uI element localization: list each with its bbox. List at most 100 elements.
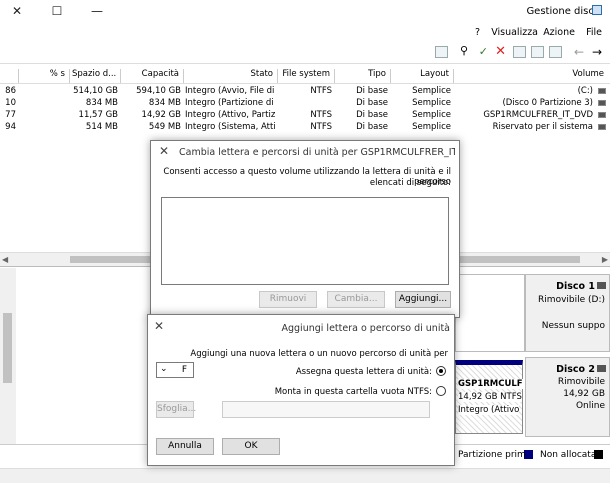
partition-size: 14,92 GB NTFS xyxy=(458,392,522,402)
vertical-scrollbar[interactable] xyxy=(0,268,16,468)
partition-block[interactable]: GSP1RMCULF 14,92 GB NTFS Integro (Attivo xyxy=(455,360,523,434)
mount-folder-label: Monta in questa cartella vuota NTFS: xyxy=(274,387,432,397)
table-row[interactable]: GSP1RMCULFRER_IT_DVD Semplice Di base NT… xyxy=(0,110,610,122)
partition-status: Integro (Attivo xyxy=(458,405,520,415)
maximize-icon[interactable]: ☐ xyxy=(50,4,64,18)
dialog1-title: Cambia lettera e percorsi di unità per G… xyxy=(179,147,455,158)
row-percent-free: 86 xyxy=(5,86,16,96)
row-type: Di base xyxy=(356,98,388,108)
disk1-label[interactable]: Disco 1 Rimovibile (D:) Nessun suppo xyxy=(525,274,610,352)
row-volume: GSP1RMCULFRER_IT_DVD xyxy=(483,110,593,120)
row-capacity: 834 MB xyxy=(148,98,181,108)
window-title: Gestione disco xyxy=(526,5,602,17)
header-layout[interactable]: Layout xyxy=(390,69,453,83)
cancel-button[interactable]: Annulla xyxy=(156,438,214,455)
add-button[interactable]: Aggiungi... xyxy=(395,291,451,308)
mount-folder-radio[interactable] xyxy=(436,386,446,396)
drive-letter-value: F xyxy=(181,365,187,375)
disk1-type: Rimovibile (D:) xyxy=(538,295,605,305)
row-filesystem: NTFS xyxy=(310,122,332,132)
drive-paths-list[interactable] xyxy=(161,197,449,285)
row-status: Integro (Avvio, File di ... xyxy=(185,86,275,96)
console-icon[interactable] xyxy=(513,46,526,58)
disk2-title: Disco 2 xyxy=(556,364,595,375)
volume-icon xyxy=(598,112,606,118)
menu-view[interactable]: Visualizza xyxy=(491,27,538,38)
volume-icon xyxy=(598,100,606,106)
scroll-right-icon[interactable]: ▶ xyxy=(602,255,608,264)
table-row[interactable]: Riservato per il sistema Semplice Di bas… xyxy=(0,122,610,134)
properties-icon[interactable] xyxy=(549,46,562,58)
menu-action[interactable]: Azione xyxy=(543,27,575,38)
row-free-space: 514 MB xyxy=(85,122,118,132)
row-layout: Semplice xyxy=(412,98,451,108)
scroll-left-icon[interactable]: ◀ xyxy=(2,255,8,264)
disk1-media-area xyxy=(455,274,525,352)
back-icon[interactable]: → xyxy=(592,45,602,59)
row-layout: Semplice xyxy=(412,122,451,132)
mount-folder-input[interactable] xyxy=(222,401,430,418)
dialog2-description: Aggiungi una nuova lettera o un nuovo pe… xyxy=(190,349,448,359)
row-status: Integro (Attivo, Partizi... xyxy=(185,110,275,120)
header-volume[interactable]: Volume xyxy=(453,69,608,83)
row-status: Integro (Partizione di ri... xyxy=(185,98,275,108)
search-icon[interactable]: ⚲ xyxy=(460,44,468,57)
header-type[interactable]: Tipo xyxy=(334,69,390,83)
disk2-size: 14,92 GB xyxy=(563,389,605,399)
disk1-title: Disco 1 xyxy=(556,281,595,292)
scroll-thumb[interactable] xyxy=(3,313,12,383)
row-layout: Semplice xyxy=(412,110,451,120)
table-row[interactable]: (C:) Semplice Di base NTFS Integro (Avvi… xyxy=(0,86,610,98)
row-capacity: 549 MB xyxy=(148,122,181,132)
row-free-space: 11,57 GB xyxy=(78,110,118,120)
disk2-label[interactable]: Disco 2 Rimovibile 14,92 GB Online xyxy=(525,357,610,437)
remove-button[interactable]: Rimuovi xyxy=(259,291,317,308)
grid-icon[interactable] xyxy=(435,46,448,58)
disk-icon xyxy=(597,365,606,372)
add-drive-letter-dialog: Aggiungi lettera o percorso di unità ✕ A… xyxy=(147,314,455,466)
assign-letter-label: Assegna questa lettera di unità: xyxy=(295,367,432,377)
disk2-type: Rimovibile xyxy=(557,377,605,387)
disk-icon xyxy=(597,282,606,289)
ok-button[interactable]: OK xyxy=(222,438,280,455)
close-icon[interactable]: ✕ xyxy=(154,319,164,333)
header-percent-free[interactable]: % s xyxy=(18,69,69,83)
help-icon[interactable] xyxy=(531,46,544,58)
row-layout: Semplice xyxy=(412,86,451,96)
row-free-space: 514,10 GB xyxy=(73,86,118,96)
row-capacity: 594,10 GB xyxy=(136,86,181,96)
close-icon[interactable]: ✕ xyxy=(10,4,24,18)
change-drive-letter-dialog: Cambia lettera e percorsi di unità per G… xyxy=(150,140,460,318)
header-status[interactable]: Stato xyxy=(183,69,277,83)
forward-icon[interactable]: ← xyxy=(574,45,584,59)
header-free-space[interactable]: Spazio d... xyxy=(69,69,120,83)
row-type: Di base xyxy=(356,86,388,96)
legend-primary: Partizione prim xyxy=(458,450,526,460)
row-free-space: 834 MB xyxy=(85,98,118,108)
partition-name: GSP1RMCULF xyxy=(458,379,523,389)
row-volume: Riservato per il sistema xyxy=(492,122,593,132)
close-icon[interactable]: ✕ xyxy=(159,144,169,158)
disk2-status: Online xyxy=(575,401,605,411)
row-percent-free: 94 xyxy=(5,122,16,132)
change-button[interactable]: Cambia... xyxy=(327,291,385,308)
drive-letter-select[interactable]: F ⌄ xyxy=(156,362,194,378)
row-status: Integro (Sistema, Attiv... xyxy=(185,122,275,132)
delete-icon[interactable]: ✕ xyxy=(495,44,506,59)
check-icon[interactable]: ✓ xyxy=(479,45,488,58)
header-filesystem[interactable]: File system xyxy=(277,69,334,83)
row-type: Di base xyxy=(356,122,388,132)
menu-file[interactable]: File xyxy=(586,27,602,38)
row-capacity: 14,92 GB xyxy=(141,110,181,120)
status-bar xyxy=(0,468,610,483)
assign-letter-radio[interactable] xyxy=(436,366,446,376)
row-percent-free: 10 xyxy=(5,98,16,108)
menu-help[interactable]: ? xyxy=(475,27,480,38)
row-filesystem: NTFS xyxy=(310,110,332,120)
row-filesystem xyxy=(277,98,332,110)
volume-icon xyxy=(598,88,606,94)
browse-button[interactable]: Sfoglia... xyxy=(156,401,196,418)
minimize-icon[interactable]: — xyxy=(90,4,104,18)
header-capacity[interactable]: Capacità xyxy=(120,69,183,83)
table-row[interactable]: (Disco 0 Partizione 3) Semplice Di base … xyxy=(0,98,610,110)
